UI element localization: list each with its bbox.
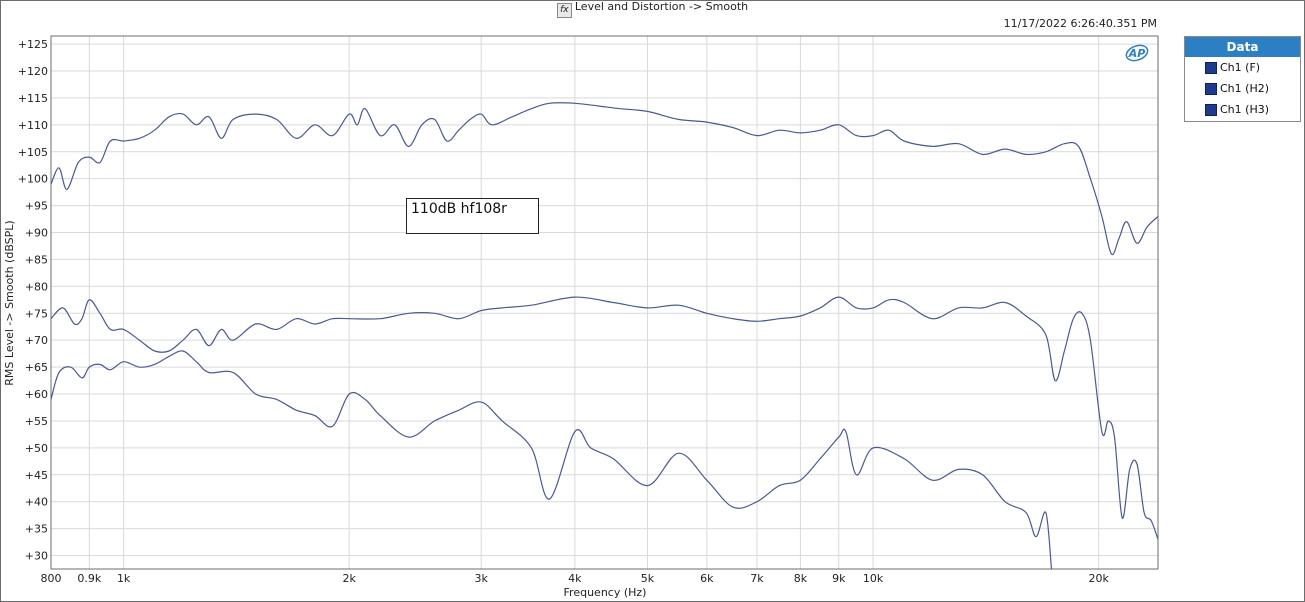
legend-swatch-icon[interactable] (1205, 62, 1217, 74)
y-tick-label: +90 (25, 227, 48, 240)
x-axis-label: Frequency (Hz) (564, 586, 647, 599)
chart: +125 +120 +115 +110 +105 +100 +95 +90 +85 +80 +75 +… (3, 35, 1159, 599)
y-tick-label: +120 (18, 65, 48, 78)
legend-item-f[interactable]: Ch1 (F) (1185, 57, 1300, 78)
grid (51, 36, 1158, 569)
x-tick-label: 0.9k (77, 572, 101, 585)
y-tick-label: +30 (25, 550, 48, 563)
y-tick-label: +95 (25, 200, 48, 213)
y-tick-label: +65 (25, 361, 48, 374)
x-tick-label: 2k (343, 572, 357, 585)
x-tick-label: 10k (863, 572, 884, 585)
y-tick-label: +55 (25, 415, 48, 428)
legend-swatch-icon[interactable] (1205, 83, 1217, 95)
legend-item-h3[interactable]: Ch1 (H3) (1185, 99, 1300, 120)
legend-item-label: Ch1 (H2) (1220, 82, 1270, 95)
x-tick-label: 6k (700, 572, 714, 585)
y-tick-label: +50 (25, 442, 48, 455)
y-tick-label: +60 (25, 388, 48, 401)
legend-swatch-icon[interactable] (1205, 104, 1217, 116)
y-tick-label: +40 (25, 496, 48, 509)
x-tick-label: 7k (750, 572, 764, 585)
y-tick-label: +75 (25, 307, 48, 320)
y-tick-label: +100 (18, 173, 48, 186)
y-axis-ticks: +125 +120 +115 +110 +105 +100 +95 +90 +85 +80 +75 +… (18, 38, 48, 562)
series-layer (51, 102, 1158, 569)
x-tick-label: 5k (641, 572, 655, 585)
y-tick-label: +35 (25, 523, 48, 536)
y-tick-label: +125 (18, 38, 48, 51)
ap-logo-icon: AP (1125, 44, 1149, 62)
x-tick-label: 3k (475, 572, 489, 585)
series-line-h3 (51, 350, 1053, 569)
legend-item-label: Ch1 (F) (1220, 61, 1261, 74)
y-tick-label: +115 (18, 92, 48, 105)
y-tick-label: +80 (25, 280, 48, 293)
legend-header: Data (1185, 37, 1300, 57)
y-tick-label: +70 (25, 334, 48, 347)
legend-panel: Data Ch1 (F) Ch1 (H2) Ch1 (H3) (1184, 36, 1301, 122)
plot-area (50, 35, 1159, 570)
legend-item-h2[interactable]: Ch1 (H2) (1185, 78, 1300, 99)
legend-item-label: Ch1 (H3) (1220, 103, 1270, 116)
svg-text:AP: AP (1128, 47, 1146, 60)
y-tick-label: +110 (18, 119, 48, 132)
x-tick-label: 8k (794, 572, 808, 585)
series-line-h2 (51, 296, 1158, 540)
y-tick-label: +105 (18, 146, 48, 159)
x-tick-label: 9k (832, 572, 846, 585)
annotation-box[interactable]: 110dB hf108r (406, 198, 539, 234)
x-tick-label: 20k (1088, 572, 1109, 585)
y-tick-label: +45 (25, 469, 48, 482)
y-axis-label: RMS Level -> Smooth (dBSPL) (3, 220, 16, 385)
x-tick-label: 1k (117, 572, 131, 585)
y-tick-label: +85 (25, 253, 48, 266)
x-axis-ticks: 800 0.9k 1k 2k 3k 4k 5k 6k 7k 8k 9k 10k 20k (41, 572, 1110, 585)
x-tick-label: 800 (41, 572, 62, 585)
x-tick-label: 4k (568, 572, 582, 585)
